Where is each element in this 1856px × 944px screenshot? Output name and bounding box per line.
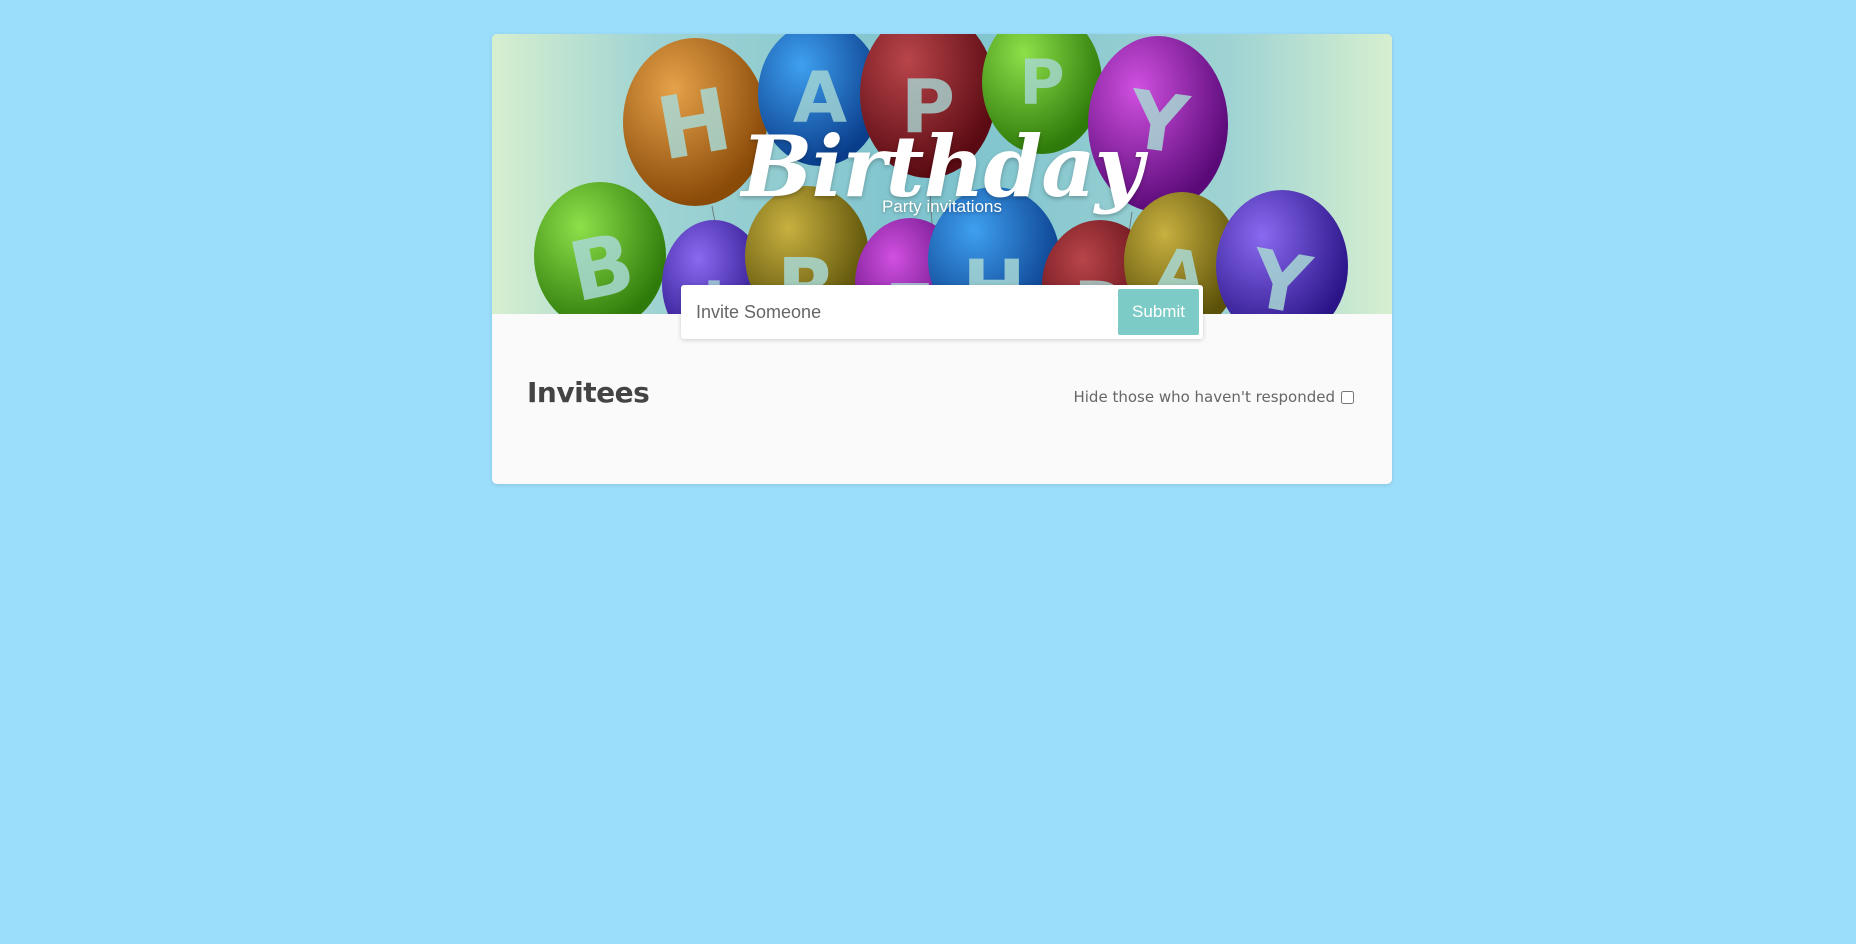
- svg-text:P: P: [1019, 46, 1064, 119]
- invite-input[interactable]: [681, 285, 1101, 339]
- invitation-card: H A P P Y B R H A Y Birthday Party invit…: [492, 34, 1392, 484]
- invitees-heading: Invitees: [527, 376, 650, 409]
- filter-label: Hide those who haven't responded: [1073, 388, 1335, 406]
- hide-unresponded-filter[interactable]: Hide those who haven't responded: [1073, 388, 1354, 406]
- birthday-banner: H A P P Y B R H A Y Birthday Party invit…: [492, 34, 1392, 314]
- submit-button[interactable]: Submit: [1118, 289, 1199, 335]
- hide-unresponded-checkbox[interactable]: [1341, 390, 1354, 404]
- banner-subtitle: Party invitations: [882, 197, 1002, 216]
- invite-form: Submit: [681, 285, 1203, 339]
